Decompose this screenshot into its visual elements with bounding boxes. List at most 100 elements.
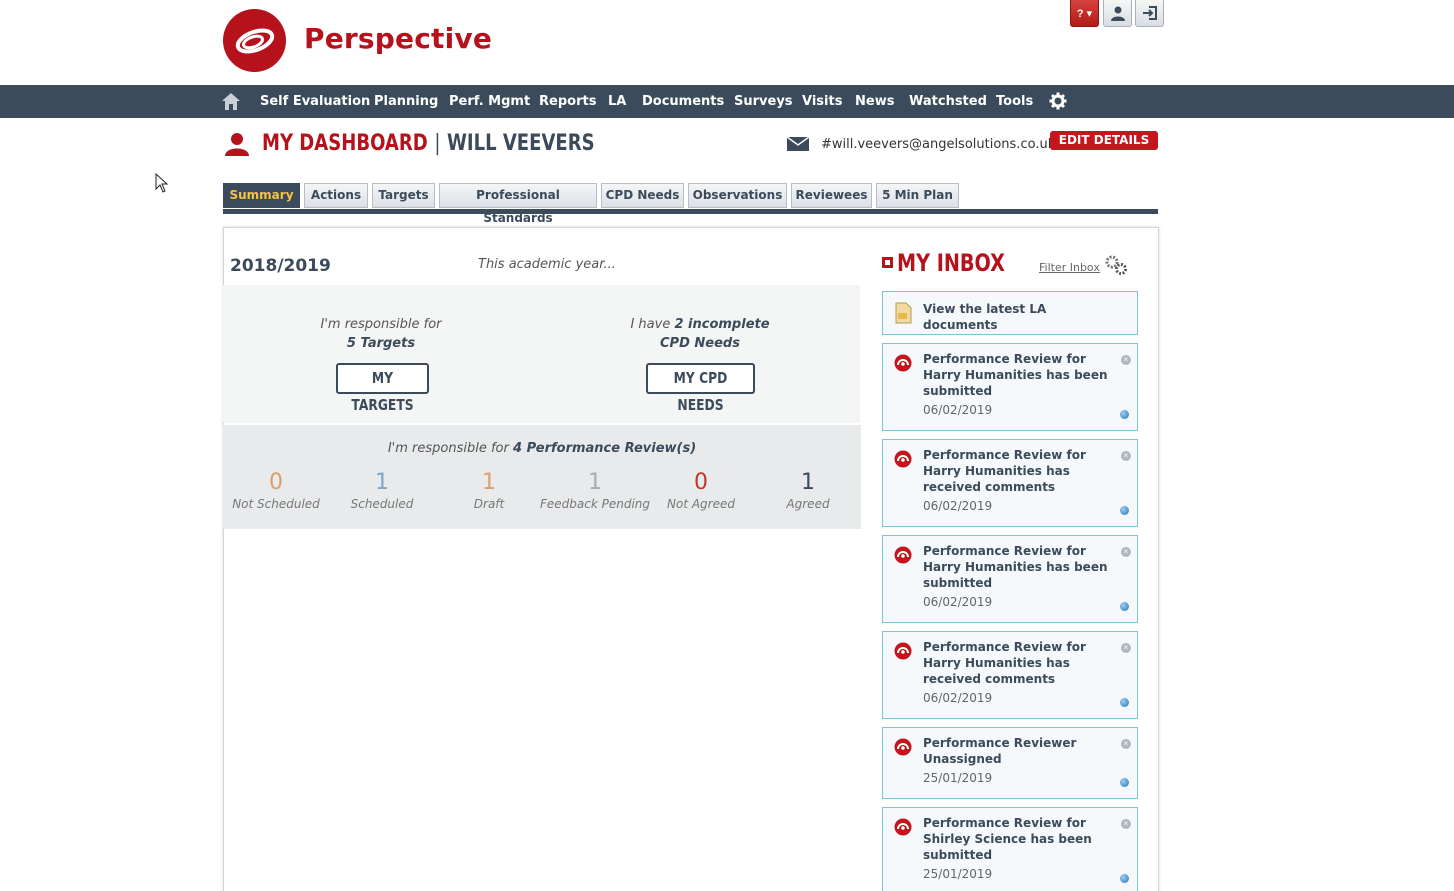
stat-value: 0 [269, 470, 283, 495]
performance-reviews-heading: I'm responsible for 4 Performance Review… [387, 441, 697, 456]
performance-review-icon [894, 546, 912, 564]
stat-not-agreed[interactable]: 0 Not Agreed [646, 470, 756, 511]
nav-visits[interactable]: Visits [802, 94, 842, 109]
inbox-message-text: Performance Review for Harry Humanities … [923, 640, 1086, 686]
inbox-title: MY INBOX [897, 249, 1005, 277]
user-email: #will.veevers@angelsolutions.co.uk [821, 137, 1056, 152]
nav-la[interactable]: LA [608, 94, 626, 109]
logout-button[interactable] [1135, 0, 1164, 27]
cpd-line1-pre: I have [630, 317, 671, 332]
user-profile-button[interactable] [1103, 0, 1132, 27]
nav-news[interactable]: News [855, 94, 894, 109]
inbox-message-date: 25/01/2019 [923, 867, 993, 881]
tab-summary[interactable]: Summary [223, 183, 300, 208]
inbox-message-text: Performance Review for Harry Humanities … [923, 448, 1086, 494]
dismiss-message-icon[interactable]: × [1121, 643, 1131, 653]
stat-scheduled[interactable]: 1 Scheduled [327, 470, 437, 511]
my-targets-button[interactable]: MY TARGETS [336, 363, 429, 414]
page-title: MY DASHBOARD | WILL VEEVERS [262, 131, 595, 156]
dismiss-message-icon[interactable]: × [1121, 819, 1131, 829]
tab-professional-standards[interactable]: Professional Standards [439, 183, 597, 225]
perspective-logo[interactable] [223, 9, 286, 72]
stat-agreed[interactable]: 1 Agreed [753, 470, 863, 511]
inbox-message-date: 06/02/2019 [923, 595, 993, 609]
performance-review-icon [894, 738, 912, 756]
message-status-icon [1120, 410, 1129, 419]
main-nav: Self Evaluation Planning Perf. Mgmt Repo… [0, 85, 1454, 118]
stat-label: Not Scheduled [232, 497, 320, 511]
stat-draft[interactable]: 1 Draft [434, 470, 544, 511]
nav-watchsted[interactable]: Watchsted [909, 94, 987, 109]
cpd-needs-label: CPD Needs [660, 336, 740, 351]
stat-value: 1 [801, 470, 815, 495]
performance-review-icon [894, 818, 912, 836]
inbox-la-documents[interactable]: View the latest LA documents [882, 291, 1138, 335]
edit-details-button[interactable]: EDIT DETAILS [1050, 131, 1158, 150]
inbox-message[interactable]: Performance Review for Harry Humanities … [882, 535, 1138, 623]
dismiss-message-icon[interactable]: × [1121, 547, 1131, 557]
tab-reviewees[interactable]: Reviewees [791, 183, 872, 208]
inbox-message[interactable]: Performance Review for Harry Humanities … [882, 343, 1138, 431]
nav-perf-mgmt[interactable]: Perf. Mgmt [449, 94, 530, 109]
inbox-message-text: Performance Review for Shirley Science h… [923, 816, 1092, 862]
logo-swirl-icon [235, 28, 275, 54]
dashboard-title: MY DASHBOARD [262, 131, 428, 156]
nav-surveys[interactable]: Surveys [734, 94, 793, 109]
filter-inbox-link[interactable]: Filter Inbox [1039, 261, 1100, 274]
settings-gear-icon[interactable] [1049, 92, 1067, 110]
message-status-icon [1120, 778, 1129, 787]
stat-label: Not Agreed [667, 497, 735, 511]
nav-documents[interactable]: Documents [642, 94, 724, 109]
message-status-icon [1120, 602, 1129, 611]
nav-reports[interactable]: Reports [539, 94, 596, 109]
message-status-icon [1120, 698, 1129, 707]
tab-actions[interactable]: Actions [304, 183, 368, 208]
inbox-message[interactable]: Performance Review for Shirley Science h… [882, 807, 1138, 891]
message-status-icon [1120, 874, 1129, 883]
title-separator: | [434, 131, 441, 156]
stat-label: Agreed [786, 497, 830, 511]
help-menu-button[interactable]: ? ▾ [1070, 0, 1099, 27]
dashboard-user-name: WILL VEEVERS [446, 131, 595, 156]
academic-year-caption: This academic year... [478, 257, 616, 272]
stat-not-scheduled[interactable]: 0 Not Scheduled [221, 470, 331, 511]
dismiss-message-icon[interactable]: × [1121, 355, 1131, 365]
la-documents-text: View the latest LA documents [923, 302, 1047, 332]
nav-self-evaluation[interactable]: Self Evaluation [260, 94, 370, 109]
my-cpd-needs-button[interactable]: MY CPD NEEDS [646, 363, 755, 414]
inbox-message[interactable]: Performance Review for Harry Humanities … [882, 631, 1138, 719]
cpd-summary: I have 2 incomplete CPD Needs [600, 315, 800, 353]
inbox-icon [882, 257, 893, 268]
dismiss-message-icon[interactable]: × [1121, 451, 1131, 461]
stat-value: 0 [694, 470, 708, 495]
mail-icon [787, 137, 809, 151]
stat-label: Scheduled [350, 497, 414, 511]
inbox-message-date: 25/01/2019 [923, 771, 993, 785]
filter-gears-icon[interactable] [1103, 253, 1129, 277]
logout-icon [1142, 6, 1157, 20]
targets-summary: I'm responsible for 5 Targets [281, 315, 481, 353]
home-icon[interactable] [221, 92, 241, 111]
inbox-message[interactable]: Performance Review for Harry Humanities … [882, 439, 1138, 527]
tab-5-min-plan[interactable]: 5 Min Plan [876, 183, 959, 208]
mouse-cursor-icon [155, 172, 169, 198]
tab-targets[interactable]: Targets [372, 183, 435, 208]
inbox-message-date: 06/02/2019 [923, 499, 993, 513]
user-icon [1110, 6, 1125, 21]
dismiss-message-icon[interactable]: × [1121, 739, 1131, 749]
stat-label: Feedback Pending [540, 497, 651, 511]
inbox-message-text: Performance Reviewer Unassigned [923, 736, 1077, 766]
inbox-message-text: Performance Review for Harry Humanities … [923, 352, 1108, 398]
nav-tools[interactable]: Tools [996, 94, 1033, 109]
stat-feedback-pending[interactable]: 1 Feedback Pending [540, 470, 650, 511]
targets-count: 5 Targets [346, 336, 416, 351]
message-status-icon [1120, 506, 1129, 515]
documents-icon [895, 302, 912, 324]
tab-cpd-needs[interactable]: CPD Needs [601, 183, 684, 208]
responsibilities-box [223, 285, 860, 423]
performance-review-icon [894, 642, 912, 660]
inbox-message[interactable]: Performance Reviewer Unassigned 25/01/201… [882, 727, 1138, 799]
tab-observations[interactable]: Observations [688, 183, 787, 208]
stat-value: 1 [482, 470, 496, 495]
nav-planning[interactable]: Planning [374, 94, 438, 109]
